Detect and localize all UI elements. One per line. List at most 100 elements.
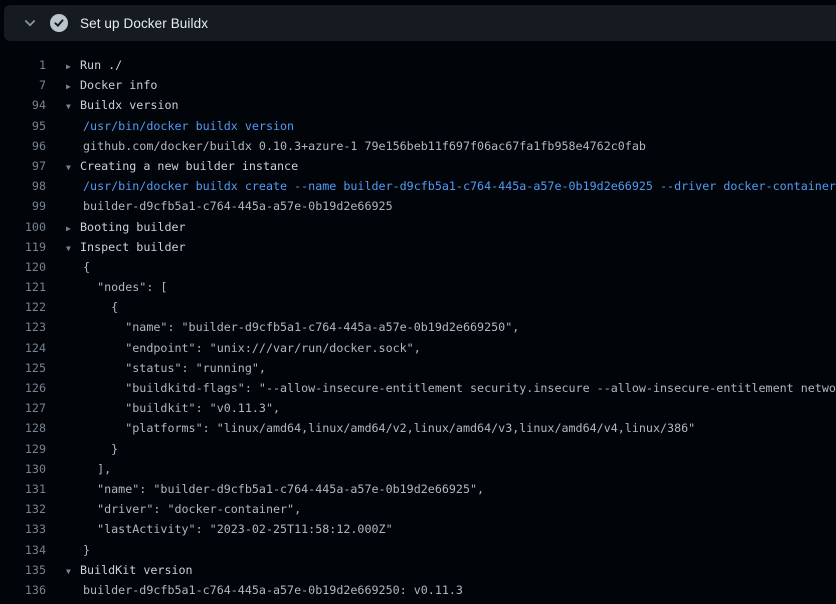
group-title: Run ./	[80, 58, 122, 72]
triangle-down-icon: ▼	[66, 158, 80, 176]
log-line-content: {	[46, 257, 836, 277]
log-line-content: }	[46, 439, 836, 459]
line-number[interactable]: 132	[0, 499, 46, 519]
output-text: builder-d9cfb5a1-c764-445a-a57e-0b19d2e6…	[83, 583, 463, 597]
log-group-header[interactable]: ▼Buildx version	[46, 95, 836, 115]
log-line: 130 ],	[0, 459, 836, 479]
log-line: 124 "endpoint": "unix:///var/run/docker.…	[0, 338, 836, 358]
line-number[interactable]: 98	[0, 176, 46, 196]
output-text: }	[83, 543, 90, 557]
log-group-header[interactable]: ▼Creating a new builder instance	[46, 156, 836, 176]
log-line: 95/usr/bin/docker buildx version	[0, 116, 836, 136]
log-line-content: }	[46, 540, 836, 560]
log-line-content: "endpoint": "unix:///var/run/docker.sock…	[46, 338, 836, 358]
line-number[interactable]: 96	[0, 136, 46, 156]
log-line-content: /usr/bin/docker buildx version	[46, 116, 836, 136]
log-line: 119▼Inspect builder	[0, 237, 836, 257]
log-line-content: builder-d9cfb5a1-c764-445a-a57e-0b19d2e6…	[46, 196, 836, 216]
line-number[interactable]: 135	[0, 560, 46, 580]
line-number[interactable]: 95	[0, 116, 46, 136]
log-line-content: builder-d9cfb5a1-c764-445a-a57e-0b19d2e6…	[46, 580, 836, 600]
triangle-down-icon: ▼	[66, 97, 80, 115]
log-group-header[interactable]: ▼BuildKit version	[46, 560, 836, 580]
log-line-content: "name": "builder-d9cfb5a1-c764-445a-a57e…	[46, 317, 836, 337]
line-number[interactable]: 127	[0, 398, 46, 418]
log-line-content: "buildkit": "v0.11.3",	[46, 398, 836, 418]
line-number[interactable]: 1	[0, 55, 46, 75]
line-number[interactable]: 134	[0, 540, 46, 560]
log-line: 94▼Buildx version	[0, 95, 836, 115]
log-line: 136 builder-d9cfb5a1-c764-445a-a57e-0b19d…	[0, 580, 836, 600]
group-title: BuildKit version	[80, 563, 193, 577]
line-number[interactable]: 128	[0, 418, 46, 438]
group-title: Buildx version	[80, 98, 179, 112]
line-number[interactable]: 133	[0, 519, 46, 539]
output-text: "platforms": "linux/amd64,linux/amd64/v2…	[83, 421, 695, 435]
line-number[interactable]: 126	[0, 378, 46, 398]
line-number[interactable]: 99	[0, 196, 46, 216]
output-text: "endpoint": "unix:///var/run/docker.sock…	[83, 341, 421, 355]
log-group-header[interactable]: ▼Inspect builder	[46, 237, 836, 257]
log-area: 1▶Run ./7▶Docker info94▼Buildx version95…	[0, 55, 836, 600]
log-line: 135▼BuildKit version	[0, 560, 836, 580]
log-line: 128 "platforms": "linux/amd64,linux/amd6…	[0, 418, 836, 438]
log-group-header[interactable]: ▶Booting builder	[46, 217, 836, 237]
line-number[interactable]: 121	[0, 277, 46, 297]
log-line-content: {	[46, 297, 836, 317]
output-text: "driver": "docker-container",	[83, 502, 301, 516]
log-line-content: "status": "running",	[46, 358, 836, 378]
output-text: "nodes": [	[83, 280, 167, 294]
line-number[interactable]: 125	[0, 358, 46, 378]
command-text: /usr/bin/docker buildx create --name bui…	[83, 179, 836, 193]
log-group-header[interactable]: ▶Docker info	[46, 75, 836, 95]
line-number[interactable]: 97	[0, 156, 46, 176]
log-line: 132 "driver": "docker-container",	[0, 499, 836, 519]
log-line-content: "lastActivity": "2023-02-25T11:58:12.000…	[46, 519, 836, 539]
log-group-header[interactable]: ▶Run ./	[46, 55, 836, 75]
line-number[interactable]: 94	[0, 95, 46, 115]
output-text: "status": "running",	[83, 361, 266, 375]
triangle-right-icon: ▶	[66, 219, 80, 237]
output-text: "buildkit": "v0.11.3",	[83, 401, 280, 415]
log-line: 96 github.com/docker/buildx 0.10.3+azure-…	[0, 136, 836, 156]
log-line: 121 "nodes": [	[0, 277, 836, 297]
step-header[interactable]: Set up Docker Buildx	[4, 5, 836, 41]
log-line: 120{	[0, 257, 836, 277]
triangle-right-icon: ▶	[66, 57, 80, 75]
log-line: 134}	[0, 540, 836, 560]
log-line: 122 {	[0, 297, 836, 317]
output-text: ],	[83, 462, 111, 476]
line-number[interactable]: 122	[0, 297, 46, 317]
line-number[interactable]: 123	[0, 317, 46, 337]
group-title: Creating a new builder instance	[80, 159, 298, 173]
log-line-content: /usr/bin/docker buildx create --name bui…	[46, 176, 836, 196]
line-number[interactable]: 124	[0, 338, 46, 358]
log-line: 7▶Docker info	[0, 75, 836, 95]
output-text: {	[83, 300, 118, 314]
line-number[interactable]: 130	[0, 459, 46, 479]
log-line: 126 "buildkitd-flags": "--allow-insecure…	[0, 378, 836, 398]
log-line: 98/usr/bin/docker buildx create --name b…	[0, 176, 836, 196]
chevron-down-icon[interactable]	[22, 15, 38, 31]
output-text: }	[83, 442, 118, 456]
log-line-content: "driver": "docker-container",	[46, 499, 836, 519]
line-number[interactable]: 131	[0, 479, 46, 499]
log-line: 129 }	[0, 439, 836, 459]
output-text: builder-d9cfb5a1-c764-445a-a57e-0b19d2e6…	[83, 199, 393, 213]
output-text: github.com/docker/buildx 0.10.3+azure-1 …	[83, 139, 646, 153]
line-number[interactable]: 7	[0, 75, 46, 95]
command-text: /usr/bin/docker buildx version	[83, 119, 294, 133]
line-number[interactable]: 136	[0, 580, 46, 600]
line-number[interactable]: 100	[0, 217, 46, 237]
line-number[interactable]: 119	[0, 237, 46, 257]
log-line: 123 "name": "builder-d9cfb5a1-c764-445a-…	[0, 317, 836, 337]
triangle-down-icon: ▼	[66, 239, 80, 257]
group-title: Inspect builder	[80, 240, 186, 254]
log-line: 127 "buildkit": "v0.11.3",	[0, 398, 836, 418]
output-text: "name": "builder-d9cfb5a1-c764-445a-a57e…	[83, 320, 519, 334]
log-line: 100▶Booting builder	[0, 217, 836, 237]
line-number[interactable]: 129	[0, 439, 46, 459]
log-line-content: github.com/docker/buildx 0.10.3+azure-1 …	[46, 136, 836, 156]
check-circle-icon	[50, 14, 68, 32]
line-number[interactable]: 120	[0, 257, 46, 277]
